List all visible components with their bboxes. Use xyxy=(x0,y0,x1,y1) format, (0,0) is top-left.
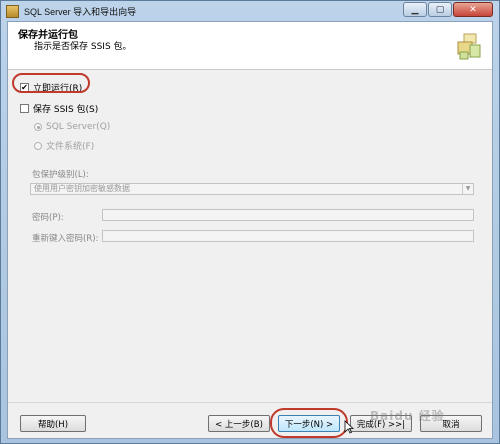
minimize-button[interactable]: ▁ xyxy=(403,2,427,17)
wizard-client-area: 保存并运行包 指示是否保存 SSIS 包。 ✔ 立即运行(R) 保存 SSIS … xyxy=(7,21,493,439)
radio-sql-server-label: SQL Server(Q) xyxy=(46,122,111,132)
save-ssis-checkbox[interactable] xyxy=(20,104,29,113)
title-bar[interactable]: SQL Server 导入和导出向导 ▁ ▢ ✕ xyxy=(1,1,499,21)
save-ssis-option[interactable]: 保存 SSIS 包(S) xyxy=(20,102,98,115)
protection-level-label: 包保护级别(L): xyxy=(32,170,89,180)
radio-file-system[interactable] xyxy=(34,141,42,150)
radio-sql-server[interactable] xyxy=(34,123,42,131)
maximize-button[interactable]: ▢ xyxy=(428,2,452,17)
app-icon xyxy=(6,4,19,18)
save-ssis-label: 保存 SSIS 包(S) xyxy=(33,105,99,115)
radio-file-system-label: 文件系统(F) xyxy=(46,142,95,152)
window-title: SQL Server 导入和导出向导 xyxy=(24,6,137,17)
password-label: 密码(P): xyxy=(32,213,64,223)
mouse-cursor-icon xyxy=(344,420,354,434)
protection-level-value: 使用用户密钥加密敏感数据 xyxy=(34,184,130,193)
close-button[interactable]: ✕ xyxy=(453,2,493,17)
chevron-down-icon[interactable]: ▼ xyxy=(462,184,473,194)
footer-divider xyxy=(8,402,492,403)
password-field[interactable] xyxy=(102,209,474,221)
wizard-window: SQL Server 导入和导出向导 ▁ ▢ ✕ 保存并运行包 指示是否保存 S… xyxy=(0,0,500,444)
help-button[interactable]: 帮助(H) xyxy=(20,415,86,432)
highlight-oval-run xyxy=(12,73,90,93)
reenter-password-field[interactable] xyxy=(102,230,474,242)
ssis-package-icon xyxy=(457,33,481,60)
wizard-header: 保存并运行包 指示是否保存 SSIS 包。 xyxy=(8,22,492,70)
reenter-password-label: 重新键入密码(R): xyxy=(32,234,99,244)
protection-level-select[interactable]: 使用用户密钥加密敏感数据 ▼ xyxy=(30,183,474,195)
radio-file-system-option[interactable]: 文件系统(F) xyxy=(34,139,94,152)
radio-sql-server-option[interactable]: SQL Server(Q) xyxy=(34,122,110,132)
watermark-text: Baidu 经验 xyxy=(370,409,445,423)
back-button[interactable]: < 上一步(B) xyxy=(208,415,270,432)
window-controls: ▁ ▢ ✕ xyxy=(403,2,493,17)
highlight-oval-next xyxy=(270,408,348,438)
page-subtitle: 指示是否保存 SSIS 包。 xyxy=(34,42,132,52)
